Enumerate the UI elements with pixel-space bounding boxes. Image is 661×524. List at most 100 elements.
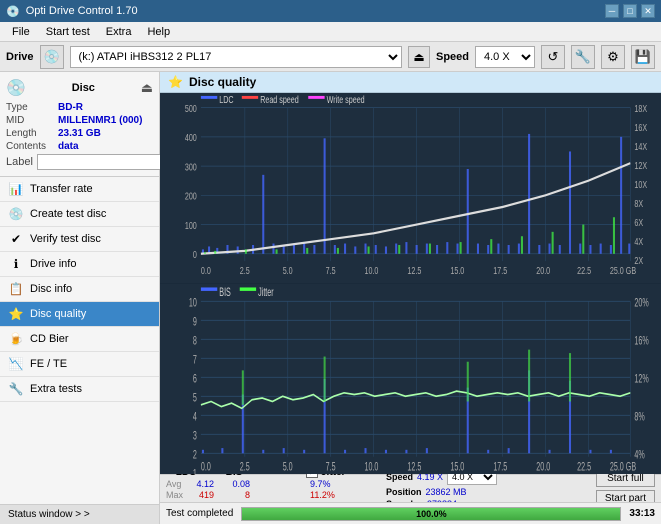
settings-button[interactable]: ⚙ xyxy=(601,45,625,69)
svg-text:1: 1 xyxy=(193,468,197,474)
disc-info-header: 💿 Disc ⏏ xyxy=(6,78,153,98)
svg-text:4X: 4X xyxy=(634,236,643,248)
panel-header-icon: ⭐ xyxy=(168,75,183,89)
sidebar-item-extra-tests[interactable]: 🔧 Extra tests xyxy=(0,377,159,402)
chart2-svg: 10 9 8 7 6 5 4 3 2 1 20% 16% 12% 8% 4% xyxy=(160,284,661,474)
speed-select[interactable]: 4.0 X xyxy=(475,46,535,68)
disc-mid-val: MILLENMR1 (000) xyxy=(58,115,142,126)
status-message: Test completed xyxy=(166,508,233,519)
drive-icon-button[interactable]: 💿 xyxy=(40,45,64,69)
drive-label: Drive xyxy=(6,51,34,63)
svg-text:3: 3 xyxy=(193,430,197,443)
title-bar-left: 💿 Opti Drive Control 1.70 xyxy=(6,5,138,18)
disc-label-input[interactable] xyxy=(37,154,175,170)
content-area: ⭐ Disc quality xyxy=(160,72,661,524)
options-button[interactable]: 🔧 xyxy=(571,45,595,69)
avg-ldc: 4.12 xyxy=(186,479,214,489)
menu-extra[interactable]: Extra xyxy=(98,24,140,40)
sidebar-item-cd-bier-label: CD Bier xyxy=(30,333,69,345)
sidebar: 💿 Disc ⏏ Type BD-R MID MILLENMR1 (000) L… xyxy=(0,72,160,524)
sidebar-item-disc-quality-label: Disc quality xyxy=(30,308,86,320)
svg-text:0.0: 0.0 xyxy=(201,265,211,277)
disc-quality-icon: ⭐ xyxy=(8,307,24,321)
svg-text:20%: 20% xyxy=(634,297,648,310)
maximize-button[interactable]: □ xyxy=(623,4,637,18)
save-button[interactable]: 💾 xyxy=(631,45,655,69)
minimize-button[interactable]: ─ xyxy=(605,4,619,18)
svg-text:2.5: 2.5 xyxy=(240,461,250,474)
speed-label: Speed xyxy=(436,51,469,63)
disc-type-val: BD-R xyxy=(58,102,83,113)
disc-contents-val: data xyxy=(58,141,79,152)
chart2-area: 10 9 8 7 6 5 4 3 2 1 20% 16% 12% 8% 4% xyxy=(160,284,661,474)
svg-text:8: 8 xyxy=(193,335,197,348)
menu-file[interactable]: File xyxy=(4,24,38,40)
sidebar-item-drive-info[interactable]: ℹ Drive info xyxy=(0,252,159,277)
progress-text: 100.0% xyxy=(242,508,620,520)
svg-text:12X: 12X xyxy=(634,160,647,172)
disc-eject-icon[interactable]: ⏏ xyxy=(141,80,153,96)
sidebar-item-fe-te-label: FE / TE xyxy=(30,358,67,370)
disc-length-val: 23.31 GB xyxy=(58,128,101,139)
status-window-button[interactable]: Status window > > xyxy=(0,504,159,524)
sidebar-item-create-test-disc[interactable]: 💿 Create test disc xyxy=(0,202,159,227)
drive-select[interactable]: (k:) ATAPI iHBS312 2 PL17 xyxy=(70,46,402,68)
svg-text:25.0 GB: 25.0 GB xyxy=(610,461,636,474)
svg-text:20.0: 20.0 xyxy=(536,461,550,474)
disc-label-row: Label ✏ xyxy=(6,154,153,170)
close-button[interactable]: ✕ xyxy=(641,4,655,18)
svg-text:200: 200 xyxy=(185,190,197,202)
svg-text:6: 6 xyxy=(193,373,197,386)
disc-mid-key: MID xyxy=(6,115,58,126)
app-title: Opti Drive Control 1.70 xyxy=(26,5,138,17)
stats-bar: LDC BIS Avg 4.12 0.08 Max 419 8 Total 15… xyxy=(160,474,661,502)
svg-text:Write speed: Write speed xyxy=(327,94,365,106)
svg-text:Jitter: Jitter xyxy=(258,286,274,299)
sidebar-item-extra-tests-label: Extra tests xyxy=(30,383,82,395)
sidebar-item-create-test-disc-label: Create test disc xyxy=(30,208,106,220)
svg-text:10: 10 xyxy=(189,297,197,310)
sidebar-item-transfer-rate[interactable]: 📊 Transfer rate xyxy=(0,177,159,202)
svg-text:8%: 8% xyxy=(634,411,644,424)
max-bis: 8 xyxy=(222,490,250,500)
sidebar-item-verify-test-disc[interactable]: ✔ Verify test disc xyxy=(0,227,159,252)
transfer-rate-icon: 📊 xyxy=(8,182,24,196)
drive-bar: Drive 💿 (k:) ATAPI iHBS312 2 PL17 ⏏ Spee… xyxy=(0,42,661,72)
svg-text:5.0: 5.0 xyxy=(283,461,293,474)
eject-button[interactable]: ⏏ xyxy=(408,46,430,68)
disc-type-row: Type BD-R xyxy=(6,102,153,113)
panel-header: ⭐ Disc quality xyxy=(160,72,661,93)
svg-text:400: 400 xyxy=(185,132,197,144)
disc-mid-row: MID MILLENMR1 (000) xyxy=(6,115,153,126)
sidebar-item-disc-info-label: Disc info xyxy=(30,283,72,295)
max-ldc: 419 xyxy=(186,490,214,500)
sidebar-item-disc-info[interactable]: 📋 Disc info xyxy=(0,277,159,302)
svg-text:10X: 10X xyxy=(634,179,647,191)
sidebar-item-disc-quality[interactable]: ⭐ Disc quality xyxy=(0,302,159,327)
verify-test-disc-icon: ✔ xyxy=(8,232,24,246)
svg-text:10.0: 10.0 xyxy=(364,265,378,277)
svg-text:15.0: 15.0 xyxy=(450,265,464,277)
svg-text:100: 100 xyxy=(185,220,197,232)
sidebar-item-fe-te[interactable]: 📉 FE / TE xyxy=(0,352,159,377)
sidebar-item-cd-bier[interactable]: 🍺 CD Bier xyxy=(0,327,159,352)
sidebar-item-transfer-rate-label: Transfer rate xyxy=(30,183,93,195)
fe-te-icon: 📉 xyxy=(8,357,24,371)
svg-text:25.0 GB: 25.0 GB xyxy=(610,265,636,277)
refresh-button[interactable]: ↺ xyxy=(541,45,565,69)
position-label: Position xyxy=(386,487,422,497)
svg-text:15.0: 15.0 xyxy=(450,461,464,474)
svg-text:7.5: 7.5 xyxy=(326,265,336,277)
disc-label-key: Label xyxy=(6,156,33,168)
svg-text:Read speed: Read speed xyxy=(260,94,299,106)
menu-help[interactable]: Help xyxy=(139,24,178,40)
chart1-svg: 500 400 300 200 100 0 18X 16X 14X 12X 10… xyxy=(160,93,661,283)
title-bar: 💿 Opti Drive Control 1.70 ─ □ ✕ xyxy=(0,0,661,22)
svg-text:5.0: 5.0 xyxy=(283,265,293,277)
svg-text:17.5: 17.5 xyxy=(493,265,507,277)
menu-start-test[interactable]: Start test xyxy=(38,24,98,40)
svg-text:17.5: 17.5 xyxy=(493,461,507,474)
svg-text:8X: 8X xyxy=(634,198,643,210)
main-area: 💿 Disc ⏏ Type BD-R MID MILLENMR1 (000) L… xyxy=(0,72,661,524)
svg-text:12.5: 12.5 xyxy=(407,265,421,277)
